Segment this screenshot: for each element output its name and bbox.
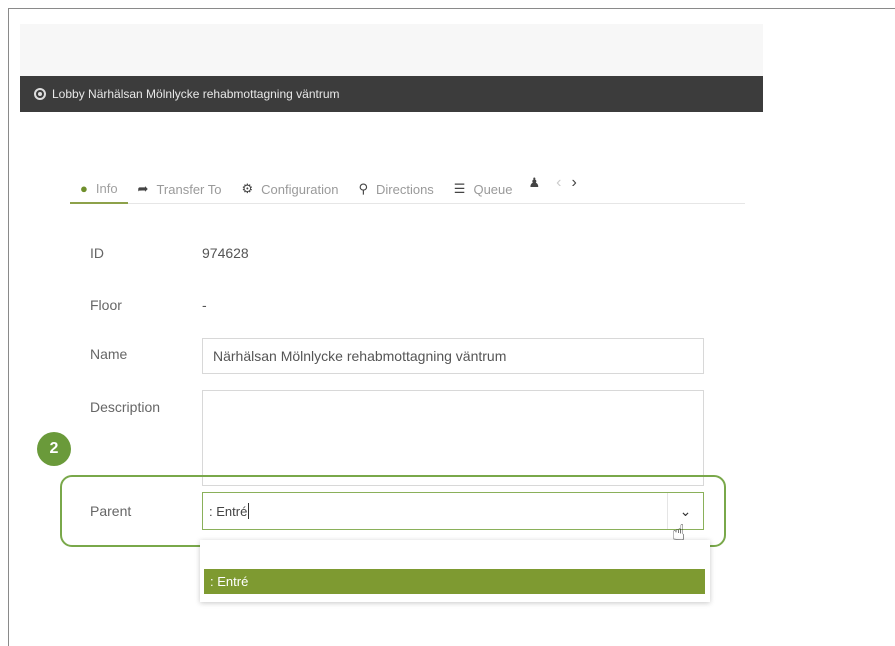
- panel-title: Lobby Närhälsan Mölnlycke rehabmottagnin…: [52, 87, 340, 101]
- description-label: Description: [90, 399, 161, 415]
- chevron-left-icon[interactable]: ‹: [556, 174, 561, 192]
- tab-label: Queue: [473, 181, 513, 197]
- description-field[interactable]: [202, 390, 704, 486]
- gear-icon: [34, 88, 46, 100]
- parent-label: Parent: [90, 503, 132, 519]
- tab-bar: ● Info ➦ Transfer To ⚙ Configuration ⚲ D…: [70, 166, 745, 204]
- id-label: ID: [90, 245, 104, 261]
- tab-directions[interactable]: ⚲ Directions: [348, 166, 443, 204]
- list-icon: ☰: [453, 181, 466, 196]
- tab-transfer-to[interactable]: ➦ Transfer To: [128, 166, 232, 204]
- floor-value: -: [202, 297, 207, 313]
- user-icon[interactable]: ♟: [529, 175, 541, 191]
- tab-label: Configuration: [261, 181, 339, 197]
- tab-queue[interactable]: ☰ Queue: [444, 166, 523, 204]
- chevron-right-icon[interactable]: ›: [571, 174, 576, 192]
- name-field-value: Närhälsan Mölnlycke rehabmottagning vänt…: [213, 348, 507, 364]
- dropdown-option[interactable]: : Entré: [204, 569, 705, 594]
- floor-label: Floor: [90, 297, 122, 313]
- info-circle-icon: ●: [80, 180, 88, 196]
- arrow-forward-icon: ➦: [137, 181, 149, 196]
- parent-select-value: : Entré: [209, 503, 248, 519]
- parent-select[interactable]: : Entré ⌄: [202, 492, 704, 530]
- header-band: [20, 24, 763, 76]
- tab-scroll-controls: ♟ ‹ ›: [523, 166, 577, 192]
- tab-configuration[interactable]: ⚙ Configuration: [231, 166, 348, 204]
- name-field[interactable]: Närhälsan Mölnlycke rehabmottagning vänt…: [202, 338, 704, 374]
- panel-title-bar: Lobby Närhälsan Mölnlycke rehabmottagnin…: [20, 76, 763, 112]
- tab-info[interactable]: ● Info: [70, 166, 128, 204]
- id-value: 974628: [202, 245, 249, 261]
- gears-icon: ⚙: [241, 181, 254, 196]
- tab-label: Info: [95, 180, 118, 196]
- text-cursor: [248, 503, 250, 519]
- name-label: Name: [90, 346, 128, 362]
- tab-label: Transfer To: [156, 181, 222, 197]
- tab-label: Directions: [376, 181, 434, 197]
- parent-dropdown-menu: : Entré: [200, 540, 710, 602]
- map-pin-icon: ⚲: [358, 181, 368, 196]
- step-badge: 2: [37, 432, 71, 466]
